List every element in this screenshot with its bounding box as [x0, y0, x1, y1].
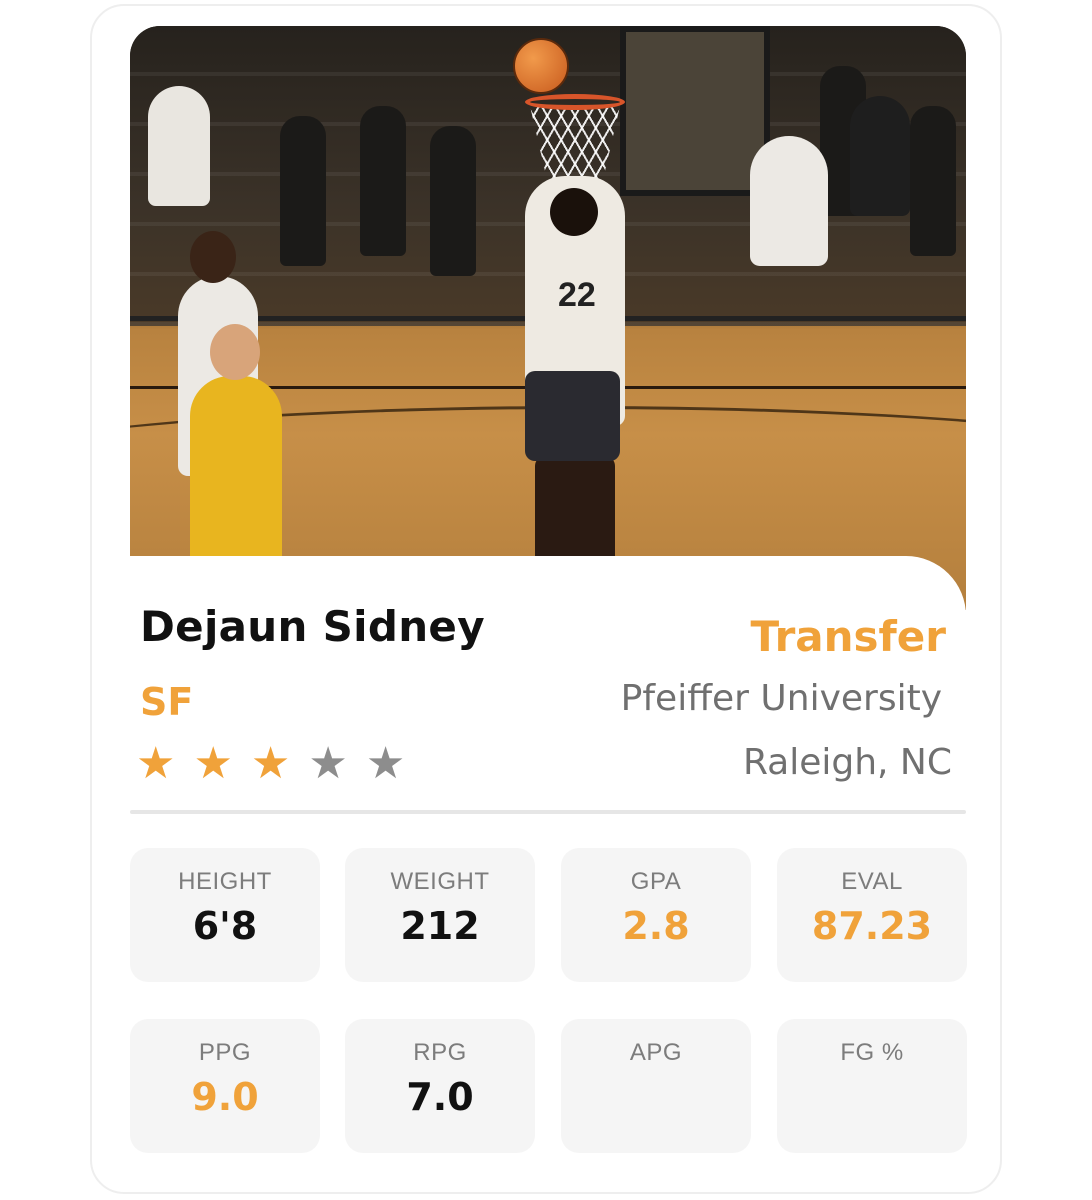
player-status: Transfer — [750, 612, 946, 661]
stat-value: 6'8 — [192, 904, 258, 948]
photo-crowd-figure — [360, 106, 406, 256]
photo-crowd-figure — [280, 116, 326, 266]
player-location: Raleigh, NC — [742, 742, 952, 783]
photo-jersey-number: 22 — [558, 276, 596, 314]
stat-label: FG % — [840, 1039, 904, 1066]
stat-height: HEIGHT 6'8 — [130, 848, 320, 982]
stat-label: PPG — [198, 1039, 252, 1066]
stat-label: HEIGHT — [178, 868, 272, 895]
stat-rpg: RPG 7.0 — [345, 1019, 535, 1153]
photo-defender — [190, 376, 282, 576]
photo-hoop-support — [620, 26, 770, 196]
stat-ppg: PPG 9.0 — [130, 1019, 320, 1153]
star-filled-icon: ★ — [250, 738, 291, 789]
star-empty-icon: ★ — [308, 738, 348, 789]
player-card: 22 Dejaun Sidney SF ★ ★ ★ ★ ★ Transfer P… — [90, 4, 1002, 1194]
star-filled-icon: ★ — [136, 738, 176, 789]
stat-label: EVAL — [841, 868, 903, 895]
photo-player — [148, 86, 210, 206]
photo-player-head — [190, 231, 236, 283]
stat-fg-percent: FG % — [777, 1019, 967, 1153]
stat-apg: APG — [561, 1019, 751, 1153]
stat-label: RPG — [413, 1039, 467, 1066]
player-position: SF — [140, 680, 194, 724]
photo-dunker-shorts — [525, 371, 620, 461]
photo-rim — [525, 94, 625, 110]
photo-defender-head — [210, 324, 260, 380]
section-divider — [130, 810, 966, 814]
star-rating: ★ ★ ★ ★ ★ — [136, 734, 405, 794]
stat-label: GPA — [630, 868, 682, 895]
stat-value: 9.0 — [191, 1075, 259, 1119]
stat-label: APG — [629, 1039, 683, 1066]
stat-value: 87.23 — [811, 904, 933, 948]
player-name: Dejaun Sidney — [140, 602, 485, 651]
photo-crowd-figure — [910, 106, 956, 256]
stat-value: 2.8 — [622, 904, 690, 948]
star-empty-icon: ★ — [365, 738, 406, 789]
stat-gpa: GPA 2.8 — [561, 848, 751, 982]
player-school: Pfeiffer University — [620, 678, 942, 719]
photo-basketball — [513, 38, 569, 94]
stat-label: WEIGHT — [390, 868, 490, 895]
player-photo: 22 — [130, 26, 966, 610]
stat-eval: EVAL 87.23 — [777, 848, 967, 982]
stat-weight: WEIGHT 212 — [345, 848, 535, 982]
stat-value: 212 — [400, 904, 480, 948]
photo-player — [850, 96, 910, 216]
photo-crowd-figure — [430, 126, 476, 276]
stat-value: 7.0 — [406, 1075, 474, 1119]
photo-player — [750, 136, 828, 266]
star-filled-icon: ★ — [193, 738, 233, 789]
photo-dunker-head — [550, 188, 598, 236]
